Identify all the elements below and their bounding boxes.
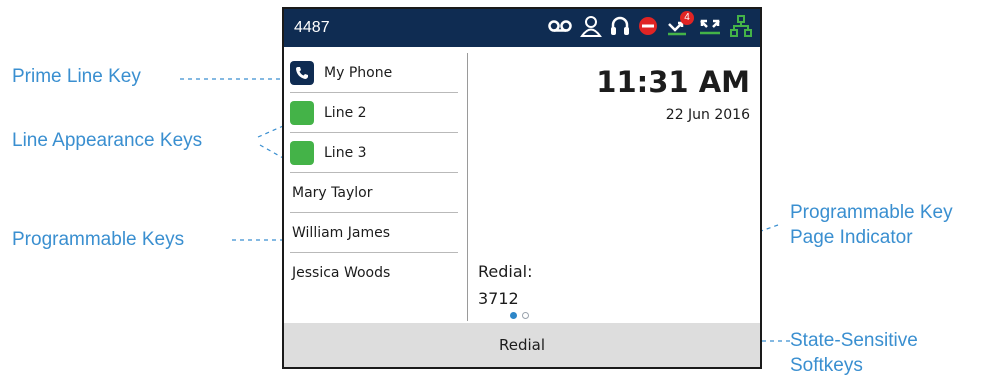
line-3-status-indicator xyxy=(290,140,314,165)
prime-line-key[interactable]: My Phone xyxy=(290,53,458,93)
programmable-key-2[interactable]: William James xyxy=(290,213,458,253)
line-2-label: Line 2 xyxy=(324,104,367,121)
programmable-keys-callout: Programmable Keys xyxy=(12,229,185,250)
line-2-status-indicator xyxy=(290,100,314,125)
voicemail-icon xyxy=(548,19,572,38)
line-appearance-key-3[interactable]: Line 3 xyxy=(290,133,458,173)
prime-line-key-callout: Prime Line Key xyxy=(12,66,141,87)
programmable-key-2-label: William James xyxy=(292,224,391,241)
redial-label: Redial: xyxy=(478,262,533,281)
page-dot-1 xyxy=(510,312,517,319)
programmable-key-3[interactable]: Jessica Woods xyxy=(290,253,458,293)
softkeys-callout-line2: Softkeys xyxy=(790,355,863,376)
phone-icon xyxy=(290,60,314,85)
prime-line-label: My Phone xyxy=(324,64,393,81)
softkey-bar: Redial xyxy=(284,323,760,367)
call-history-icon xyxy=(698,15,722,42)
clock-time: 11:31 AM xyxy=(596,65,750,99)
redial-number: 3712 xyxy=(478,289,519,308)
page-dot-2 xyxy=(522,312,529,319)
line-appearance-keys-callout: Line Appearance Keys xyxy=(12,130,203,151)
programmable-key-1[interactable]: Mary Taylor xyxy=(290,173,458,213)
network-icon xyxy=(730,14,752,42)
page-indicator[interactable] xyxy=(510,312,529,319)
directory-icon xyxy=(580,15,602,42)
phone-screen: 4487 4 My Phone Line 2 Line 3 Mary Taylo… xyxy=(282,7,762,369)
softkeys-callout-line1: State-Sensitive xyxy=(790,330,918,351)
missed-calls-badge: 4 xyxy=(680,10,694,25)
do-not-disturb-icon xyxy=(638,16,658,41)
status-bar: 4487 4 xyxy=(284,9,760,47)
panel-divider xyxy=(467,53,468,321)
extension-number: 4487 xyxy=(294,19,330,36)
line-key-panel: My Phone Line 2 Line 3 Mary Taylor Willi… xyxy=(290,53,458,293)
status-icons: 4 xyxy=(548,10,752,42)
line-3-label: Line 3 xyxy=(324,144,367,161)
headset-icon xyxy=(610,15,630,42)
page-indicator-callout-line2: Page Indicator xyxy=(790,227,913,248)
programmable-key-1-label: Mary Taylor xyxy=(292,184,373,201)
redial-softkey[interactable]: Redial xyxy=(499,336,545,354)
clock-date: 22 Jun 2016 xyxy=(665,107,750,123)
missed-calls-icon: 4 xyxy=(666,10,694,42)
programmable-key-3-label: Jessica Woods xyxy=(292,265,391,281)
page-indicator-callout-line1: Programmable Key xyxy=(790,202,953,223)
line-appearance-key-2[interactable]: Line 2 xyxy=(290,93,458,133)
